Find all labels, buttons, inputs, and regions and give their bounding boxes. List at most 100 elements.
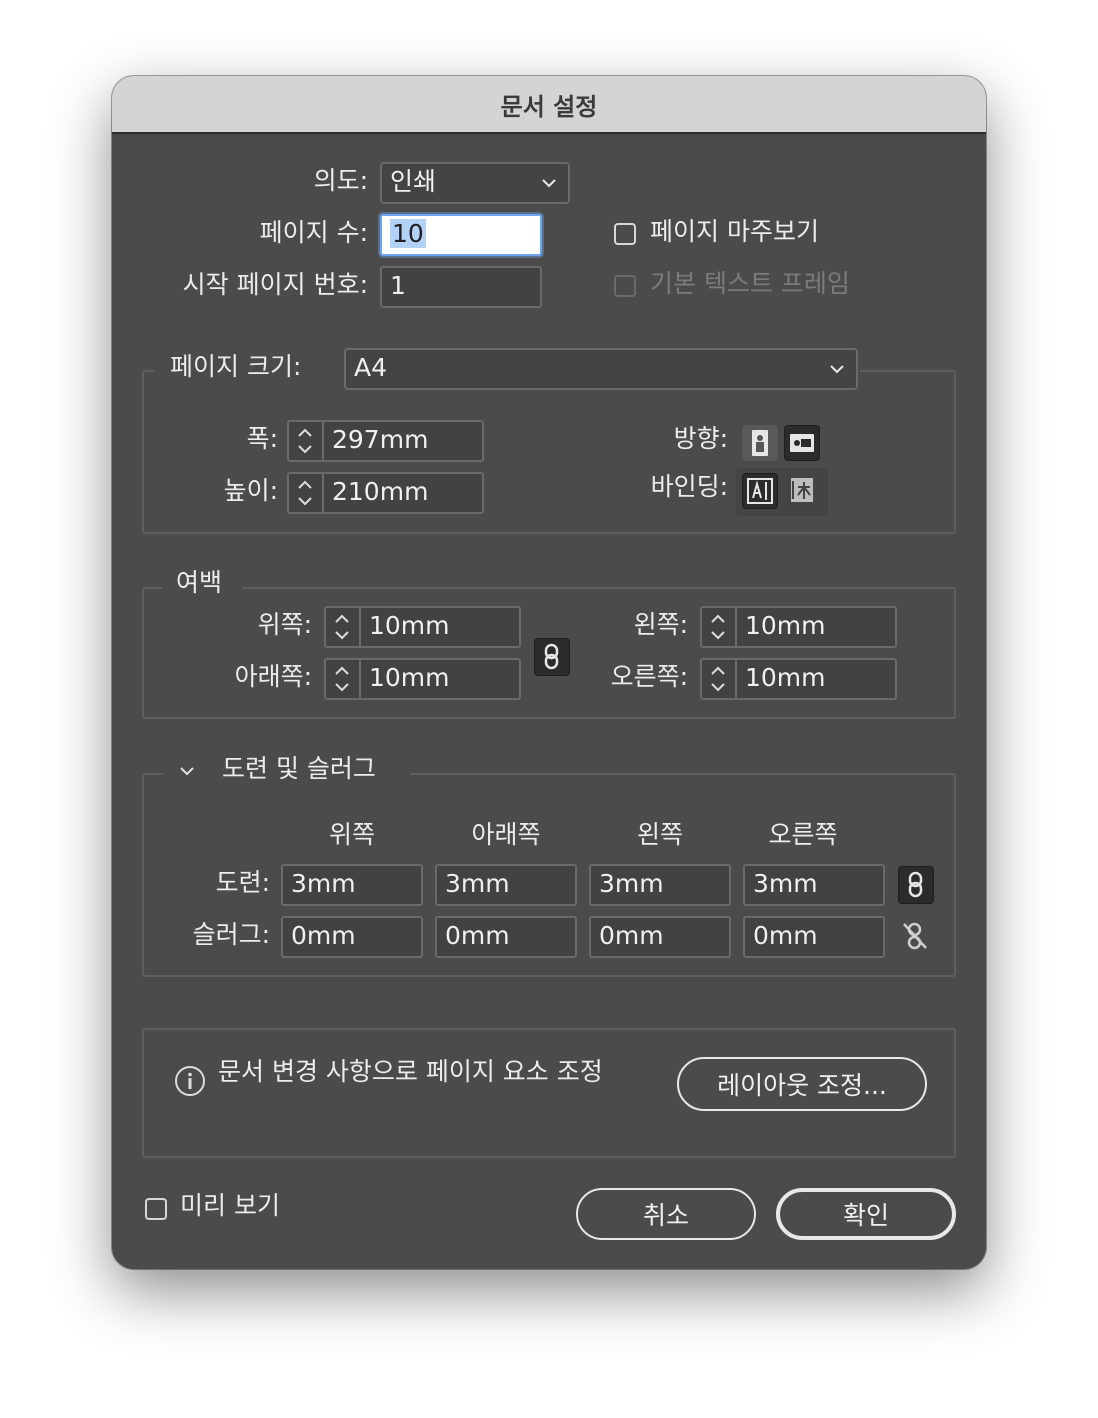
chevron-up-icon	[335, 666, 349, 675]
margin-top-input[interactable]: 10mm	[359, 606, 521, 648]
facing-pages-label: 페이지 마주보기	[650, 217, 819, 246]
binding-ltr-icon	[747, 478, 773, 504]
margin-bottom-label: 아래쪽:	[234, 662, 312, 691]
info-icon	[175, 1066, 205, 1096]
chevron-down-icon	[542, 179, 556, 188]
width-input[interactable]: 297mm	[322, 420, 484, 462]
width-stepper[interactable]	[287, 420, 323, 462]
margin-right-label: 오른쪽:	[610, 662, 688, 691]
margin-right-stepper[interactable]	[700, 658, 736, 700]
slug-label: 슬러그:	[192, 920, 270, 949]
facing-pages-checkbox[interactable]	[614, 223, 636, 245]
adjust-layout-button[interactable]: 레이아웃 조정...	[677, 1057, 927, 1111]
page-count-input[interactable]: 10	[380, 214, 542, 256]
portrait-orientation-button[interactable]	[742, 425, 778, 461]
slug-right-value: 0mm	[753, 921, 818, 950]
landscape-icon	[790, 434, 814, 452]
adjust-info-text: 문서 변경 사항으로 페이지 요소 조정	[218, 1057, 603, 1086]
bleed-col-bottom: 아래쪽	[471, 820, 541, 849]
preview-checkbox[interactable]	[145, 1198, 167, 1220]
document-setup-dialog: 문서 설정 의도: 인쇄 페이지 수: 10 시작 페이지 번호: 1 페이지 …	[112, 76, 986, 1269]
margin-bottom-input[interactable]: 10mm	[359, 658, 521, 700]
slug-bottom-input[interactable]: 0mm	[435, 916, 577, 958]
chevron-down-icon[interactable]	[176, 760, 198, 782]
margins-label: 여백	[176, 568, 223, 597]
margin-left-stepper[interactable]	[700, 606, 736, 648]
start-page-value: 1	[390, 271, 406, 300]
slug-right-input[interactable]: 0mm	[743, 916, 885, 958]
broken-chain-link-icon	[903, 922, 927, 950]
width-label: 폭:	[246, 424, 278, 453]
margin-left-input[interactable]: 10mm	[735, 606, 897, 648]
page-count-value: 10	[390, 219, 426, 248]
height-input[interactable]: 210mm	[322, 472, 484, 514]
bleed-left-value: 3mm	[599, 869, 664, 898]
page-count-label: 페이지 수:	[259, 218, 368, 247]
slug-bottom-value: 0mm	[445, 921, 510, 950]
start-page-input[interactable]: 1	[380, 266, 542, 308]
bleed-top-value: 3mm	[291, 869, 356, 898]
dialog-title: 문서 설정	[112, 76, 986, 134]
page-size-select[interactable]: A4	[344, 348, 858, 390]
chain-link-icon	[908, 871, 923, 898]
bleed-slug-label: 도련 및 슬러그	[222, 754, 376, 783]
portrait-icon	[752, 430, 768, 456]
primary-text-frame-label: 기본 텍스트 프레임	[650, 269, 850, 298]
bleed-right-value: 3mm	[753, 869, 818, 898]
right-to-left-binding-button[interactable]	[786, 473, 822, 509]
left-to-right-binding-button[interactable]	[742, 473, 778, 509]
chevron-down-icon	[335, 683, 349, 692]
chevron-down-icon	[298, 497, 312, 506]
margin-left-label: 왼쪽:	[633, 610, 688, 639]
bleed-link-button[interactable]	[898, 866, 934, 904]
bleed-label: 도련:	[215, 868, 270, 897]
height-stepper[interactable]	[287, 472, 323, 514]
bleed-left-input[interactable]: 3mm	[589, 864, 731, 906]
page-size-label: 페이지 크기:	[170, 352, 302, 381]
margin-right-input[interactable]: 10mm	[735, 658, 897, 700]
bleed-col-left: 왼쪽	[636, 820, 683, 849]
margin-bottom-stepper[interactable]	[324, 658, 360, 700]
slug-left-input[interactable]: 0mm	[589, 916, 731, 958]
ok-button[interactable]: 확인	[776, 1188, 956, 1240]
height-value: 210mm	[332, 477, 429, 506]
margin-left-value: 10mm	[745, 611, 826, 640]
preview-label: 미리 보기	[180, 1191, 280, 1220]
chevron-up-icon	[335, 614, 349, 623]
slug-left-value: 0mm	[599, 921, 664, 950]
bleed-top-input[interactable]: 3mm	[281, 864, 423, 906]
intent-label: 의도:	[313, 166, 368, 195]
chevron-down-icon	[298, 445, 312, 454]
chevron-down-icon	[830, 365, 844, 374]
bleed-bottom-input[interactable]: 3mm	[435, 864, 577, 906]
intent-value: 인쇄	[390, 167, 437, 196]
chevron-up-icon	[298, 480, 312, 489]
bleed-bottom-value: 3mm	[445, 869, 510, 898]
bleed-right-input[interactable]: 3mm	[743, 864, 885, 906]
chevron-down-icon	[711, 683, 725, 692]
margin-bottom-value: 10mm	[369, 663, 450, 692]
chevron-down-icon	[335, 631, 349, 640]
page-size-value: A4	[354, 353, 388, 382]
start-page-label: 시작 페이지 번호:	[182, 270, 368, 299]
slug-top-input[interactable]: 0mm	[281, 916, 423, 958]
primary-text-frame-checkbox[interactable]	[614, 275, 636, 297]
cancel-button[interactable]: 취소	[576, 1188, 756, 1240]
bleed-col-right: 오른쪽	[768, 820, 838, 849]
chevron-up-icon	[711, 614, 725, 623]
landscape-orientation-button[interactable]	[784, 425, 820, 461]
margin-top-label: 위쪽:	[257, 610, 312, 639]
margin-right-value: 10mm	[745, 663, 826, 692]
slug-top-value: 0mm	[291, 921, 356, 950]
margin-top-stepper[interactable]	[324, 606, 360, 648]
intent-select[interactable]: 인쇄	[380, 162, 570, 204]
binding-label: 바인딩:	[650, 472, 728, 501]
binding-rtl-icon	[791, 478, 813, 502]
height-label: 높이:	[223, 476, 278, 505]
chevron-down-icon	[711, 631, 725, 640]
width-value: 297mm	[332, 425, 429, 454]
orientation-label: 방향:	[673, 424, 728, 453]
chevron-up-icon	[711, 666, 725, 675]
chevron-up-icon	[298, 428, 312, 437]
slug-link-button[interactable]	[898, 918, 934, 956]
